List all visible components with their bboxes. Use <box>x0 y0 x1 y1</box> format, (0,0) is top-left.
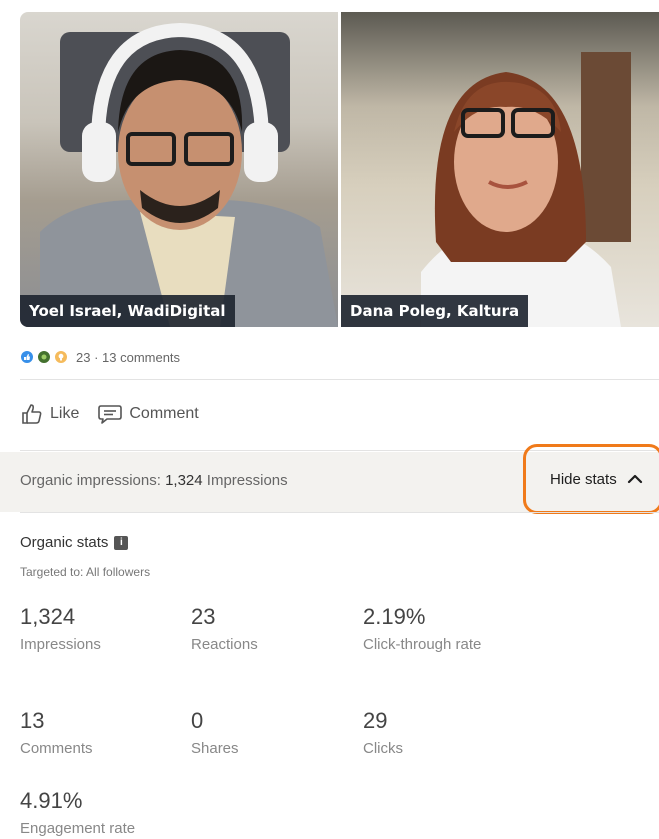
hide-stats-label: Hide stats <box>550 470 617 488</box>
like-label: Like <box>50 405 80 422</box>
post-actions: Like Comment <box>20 398 199 430</box>
stat-label: Shares <box>191 740 239 757</box>
stat-value: 29 <box>363 708 388 733</box>
stat-value: 13 <box>20 708 45 733</box>
stat-value: 4.91% <box>20 788 83 813</box>
hide-stats-button[interactable]: Hide stats <box>523 444 659 514</box>
divider <box>20 379 659 380</box>
chevron-up-icon <box>627 474 642 484</box>
info-icon[interactable]: i <box>114 535 129 550</box>
organic-impressions-text: Organic impressions: 1,324 Impressions <box>20 472 288 489</box>
stat-shares: 0 Shares <box>191 708 341 761</box>
stat-label: Clicks <box>363 740 403 757</box>
impressions-value: 1,324 <box>165 472 203 489</box>
stat-label: Click-through rate <box>363 636 482 653</box>
divider <box>20 512 659 513</box>
participant-name-tag: Dana Poleg, Kaltura <box>341 295 529 327</box>
stat-value: 23 <box>191 604 216 629</box>
reactions-summary[interactable]: 23 · 13 comments <box>20 343 180 371</box>
participant-tile-yoel: Yoel Israel, WadiDigital <box>20 12 338 327</box>
reactions-comments-count: 23 · 13 comments <box>76 349 181 365</box>
targeted-audience: Targeted to: All followers <box>20 565 151 579</box>
impressions-suffix: Impressions <box>206 472 288 489</box>
participant-video-dana <box>421 52 631 327</box>
stat-value: 2.19% <box>363 604 426 629</box>
participant-video-yoel <box>40 22 338 327</box>
participant-name-tag: Yoel Israel, WadiDigital <box>20 295 235 327</box>
organic-stats-heading: Organic stats <box>20 534 109 551</box>
comment-label: Comment <box>129 405 199 422</box>
video-grid: Yoel Israel, WadiDigital Dana Poleg, Kal… <box>20 12 659 327</box>
celebrate-icon <box>37 350 51 364</box>
organic-stats-title: Organic stats i <box>20 534 129 551</box>
comment-icon <box>98 405 123 424</box>
participant-tile-dana: Dana Poleg, Kaltura <box>341 12 659 327</box>
stat-label: Engagement rate <box>20 820 136 837</box>
stat-value: 0 <box>191 708 204 733</box>
stat-impressions: 1,324 Impressions <box>20 604 170 657</box>
stat-comments: 13 Comments <box>20 708 170 761</box>
insightful-icon <box>54 350 68 364</box>
stat-label: Impressions <box>20 636 101 653</box>
stat-engagement-rate: 4.91% Engagement rate <box>20 788 170 839</box>
comment-button[interactable]: Comment <box>97 402 199 426</box>
stat-value: 1,324 <box>20 604 76 629</box>
stat-label: Comments <box>20 740 93 757</box>
impressions-prefix: Organic impressions: <box>20 472 161 489</box>
stat-clicks: 29 Clicks <box>363 708 513 761</box>
like-button[interactable]: Like <box>20 402 79 426</box>
thumbs-up-icon <box>22 404 42 424</box>
stat-reactions: 23 Reactions <box>191 604 341 657</box>
stat-label: Reactions <box>191 636 258 653</box>
like-icon <box>20 350 34 364</box>
stat-click-through-rate: 2.19% Click-through rate <box>363 604 488 657</box>
